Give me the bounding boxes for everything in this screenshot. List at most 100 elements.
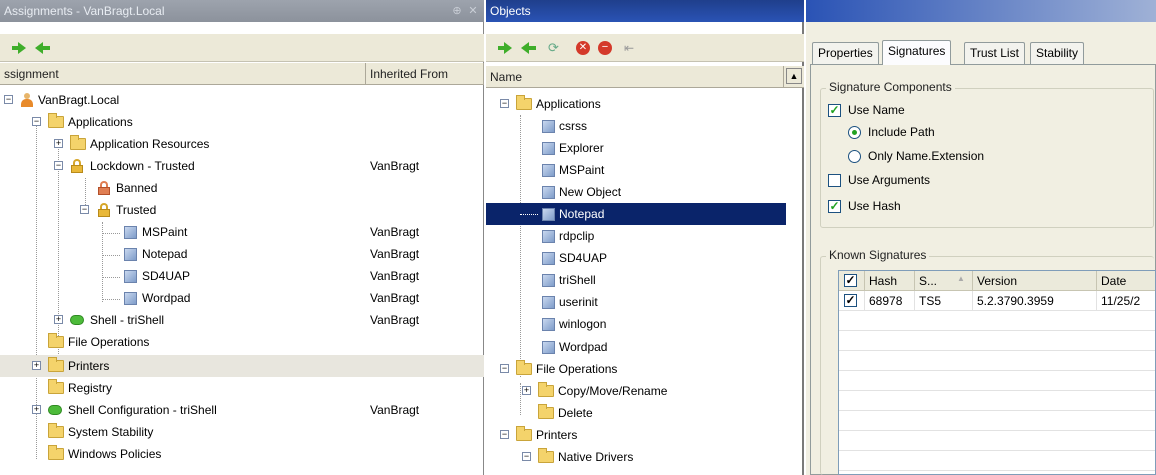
back-arrow-icon[interactable]: [34, 41, 50, 55]
tree-row[interactable]: csrss: [486, 115, 786, 137]
tree-row[interactable]: − Lockdown - Trusted VanBragt: [0, 155, 484, 177]
column-date[interactable]: Date: [1097, 271, 1155, 291]
exit-icon[interactable]: ⇤: [624, 41, 640, 55]
signature-components-title: Signature Components: [826, 80, 955, 94]
tree-row[interactable]: + Copy/Move/Rename: [486, 380, 786, 402]
tree-row[interactable]: System Stability: [0, 421, 484, 443]
inherited-from-value: VanBragt: [370, 225, 420, 239]
tree-row[interactable]: + Shell - triShell VanBragt: [0, 309, 484, 331]
column-hash[interactable]: Hash: [865, 271, 915, 291]
tree-row[interactable]: MSPaint: [486, 159, 786, 181]
collapse-icon[interactable]: −: [54, 161, 63, 170]
left-column-header: ssignment Inherited From: [0, 63, 484, 85]
collapse-icon[interactable]: −: [500, 99, 509, 108]
tree-row[interactable]: − Applications: [486, 93, 786, 115]
include-path-radio[interactable]: [848, 126, 861, 139]
column-version[interactable]: Version: [973, 271, 1097, 291]
left-toolbar: [0, 34, 484, 62]
expand-icon[interactable]: +: [54, 139, 63, 148]
forward-arrow-icon[interactable]: [12, 41, 28, 55]
delete-icon[interactable]: ✕: [576, 41, 590, 55]
forward-arrow-icon[interactable]: [498, 41, 514, 55]
left-panel-title: Assignments - VanBragt.Local: [0, 0, 484, 22]
collapse-icon[interactable]: −: [4, 95, 13, 104]
tree-row[interactable]: MSPaint VanBragt: [0, 221, 484, 243]
tree-row-label: Wordpad: [559, 340, 608, 354]
folder-icon: [516, 95, 532, 110]
inherited-from-value: VanBragt: [370, 159, 420, 173]
expand-icon[interactable]: +: [32, 405, 41, 414]
tree-row[interactable]: New Object: [486, 181, 786, 203]
tree-row[interactable]: triShell: [486, 269, 786, 291]
tab-properties[interactable]: Properties: [812, 42, 879, 64]
expand-icon[interactable]: +: [522, 386, 531, 395]
tree-row-label: Shell - triShell: [90, 313, 165, 327]
s-cell: TS5: [915, 291, 973, 311]
table-row-checkbox-cell[interactable]: ✓: [839, 291, 865, 311]
tree-row[interactable]: userinit: [486, 291, 786, 313]
tree-row[interactable]: File Operations: [0, 331, 484, 353]
collapse-icon[interactable]: −: [500, 364, 509, 373]
right-panel: Properties Signatures Trust List Stabili…: [806, 0, 1156, 475]
tree-row[interactable]: + Shell Configuration - triShell VanBrag…: [0, 399, 484, 421]
tree-row[interactable]: Delete: [486, 402, 786, 424]
tab-trust-list[interactable]: Trust List: [964, 42, 1025, 64]
expand-icon[interactable]: +: [54, 315, 63, 324]
tree-row[interactable]: SD4UAP VanBragt: [0, 265, 484, 287]
empty-row: [839, 351, 1155, 371]
collapse-icon[interactable]: −: [500, 430, 509, 439]
tree-row[interactable]: − File Operations: [486, 358, 786, 380]
date-cell: 11/25/2: [1097, 291, 1155, 311]
application-icon: [542, 252, 555, 265]
remove-icon[interactable]: −: [598, 41, 612, 55]
tab-stability[interactable]: Stability: [1030, 42, 1085, 64]
collapse-icon[interactable]: −: [80, 205, 89, 214]
tree-row-label: Applications: [536, 97, 601, 111]
back-arrow-icon[interactable]: [520, 41, 536, 55]
tree-row[interactable]: Windows Policies: [0, 443, 484, 465]
tree-row[interactable]: − Trusted: [0, 199, 484, 221]
lock-icon: [71, 159, 83, 173]
use-name-checkbox[interactable]: ✓: [828, 104, 841, 117]
tree-row[interactable]: − Printers: [486, 424, 786, 446]
column-name[interactable]: Name: [486, 66, 784, 88]
tree-row-label: Shell Configuration - triShell: [68, 403, 217, 417]
only-name-extension-radio[interactable]: [848, 150, 861, 163]
collapse-icon[interactable]: −: [522, 452, 531, 461]
tree-row-selected[interactable]: Notepad: [486, 203, 786, 225]
tree-row-label: winlogon: [559, 317, 607, 331]
tree-row[interactable]: Notepad VanBragt: [0, 243, 484, 265]
use-hash-checkbox[interactable]: ✓: [828, 200, 841, 213]
folder-icon: [48, 379, 64, 394]
tree-row[interactable]: + Application Resources: [0, 133, 484, 155]
expand-icon[interactable]: +: [32, 361, 41, 370]
close-icon[interactable]: ✕: [466, 4, 480, 18]
tree-row[interactable]: Wordpad: [486, 336, 786, 358]
column-assignment[interactable]: ssignment: [0, 63, 366, 85]
tree-row[interactable]: − Native Drivers: [486, 446, 786, 468]
tree-row[interactable]: Wordpad VanBragt: [0, 287, 484, 309]
tree-row[interactable]: rdpclip: [486, 225, 786, 247]
pin-icon[interactable]: ⊕: [450, 4, 464, 18]
row-checkbox[interactable]: ✓: [844, 294, 857, 307]
application-icon: [542, 164, 555, 177]
tree-row[interactable]: winlogon: [486, 313, 786, 335]
tab-signatures[interactable]: Signatures: [882, 40, 952, 65]
tree-row[interactable]: − VanBragt.Local: [0, 89, 484, 111]
folder-icon: [48, 445, 64, 460]
use-arguments-checkbox[interactable]: [828, 174, 841, 187]
right-panel-titlebar: [806, 0, 1156, 22]
tree-row[interactable]: Banned: [0, 177, 484, 199]
select-all-checkbox-header[interactable]: ✓: [839, 271, 865, 291]
column-inherited-from[interactable]: Inherited From: [366, 63, 484, 85]
tree-row[interactable]: + Printers: [0, 355, 484, 377]
select-all-checkbox[interactable]: ✓: [844, 274, 857, 287]
tree-row[interactable]: − Applications: [0, 111, 484, 133]
collapse-icon[interactable]: −: [32, 117, 41, 126]
tree-row[interactable]: Explorer: [486, 137, 786, 159]
inherited-from-value: VanBragt: [370, 403, 420, 417]
tree-row[interactable]: SD4UAP: [486, 247, 786, 269]
scroll-up-icon[interactable]: ▲: [786, 68, 802, 84]
tree-row[interactable]: Registry: [0, 377, 484, 399]
refresh-icon[interactable]: ⟳: [548, 41, 564, 55]
